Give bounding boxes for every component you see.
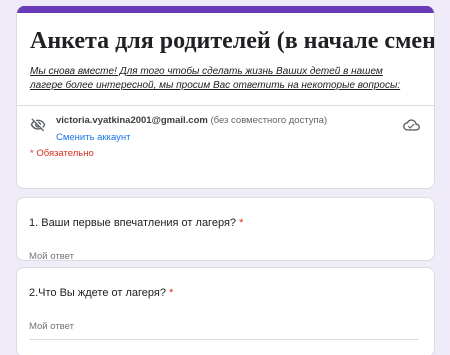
question-card-2: 2.Что Вы ждете от лагеря? * [16,267,435,355]
account-share-note: (без совместного доступа) [210,115,328,126]
cloud-saved-icon[interactable] [403,118,420,132]
form-title: Анкета для родителей (в начале смены) [30,28,435,54]
answer-input-2[interactable] [29,321,419,332]
question-title-text: 1. Ваши первые впечатления от лагеря? [29,217,237,229]
answer-input-1[interactable] [29,251,419,260]
visibility-off-icon [30,118,46,132]
required-star: * [239,217,244,229]
answer-field-wrap [29,246,419,260]
required-star: * [169,287,174,299]
question-title-1: 1. Ваши первые впечатления от лагеря? * [17,198,434,230]
question-title-2: 2.Что Вы ждете от лагеря? * [17,268,434,300]
header-accent-bar [17,6,434,13]
form-page: Анкета для родителей (в начале смены) Мы… [0,0,450,355]
form-header-card: Анкета для родителей (в начале смены) Мы… [16,6,435,189]
account-row: victoria.vyatkina2001@gmail.com (без сов… [17,106,434,145]
switch-account-link[interactable]: Сменить аккаунт [56,131,131,144]
account-info: victoria.vyatkina2001@gmail.com (без сов… [56,115,422,145]
answer-field-wrap [29,316,419,340]
account-line: victoria.vyatkina2001@gmail.com (без сов… [56,115,422,127]
question-title-text: 2.Что Вы ждете от лагеря? [29,287,166,299]
question-card-1: 1. Ваши первые впечатления от лагеря? * [16,197,435,261]
form-description: Мы снова вместе! Для того чтобы сделать … [30,66,401,91]
account-email: victoria.vyatkina2001@gmail.com [56,115,208,126]
